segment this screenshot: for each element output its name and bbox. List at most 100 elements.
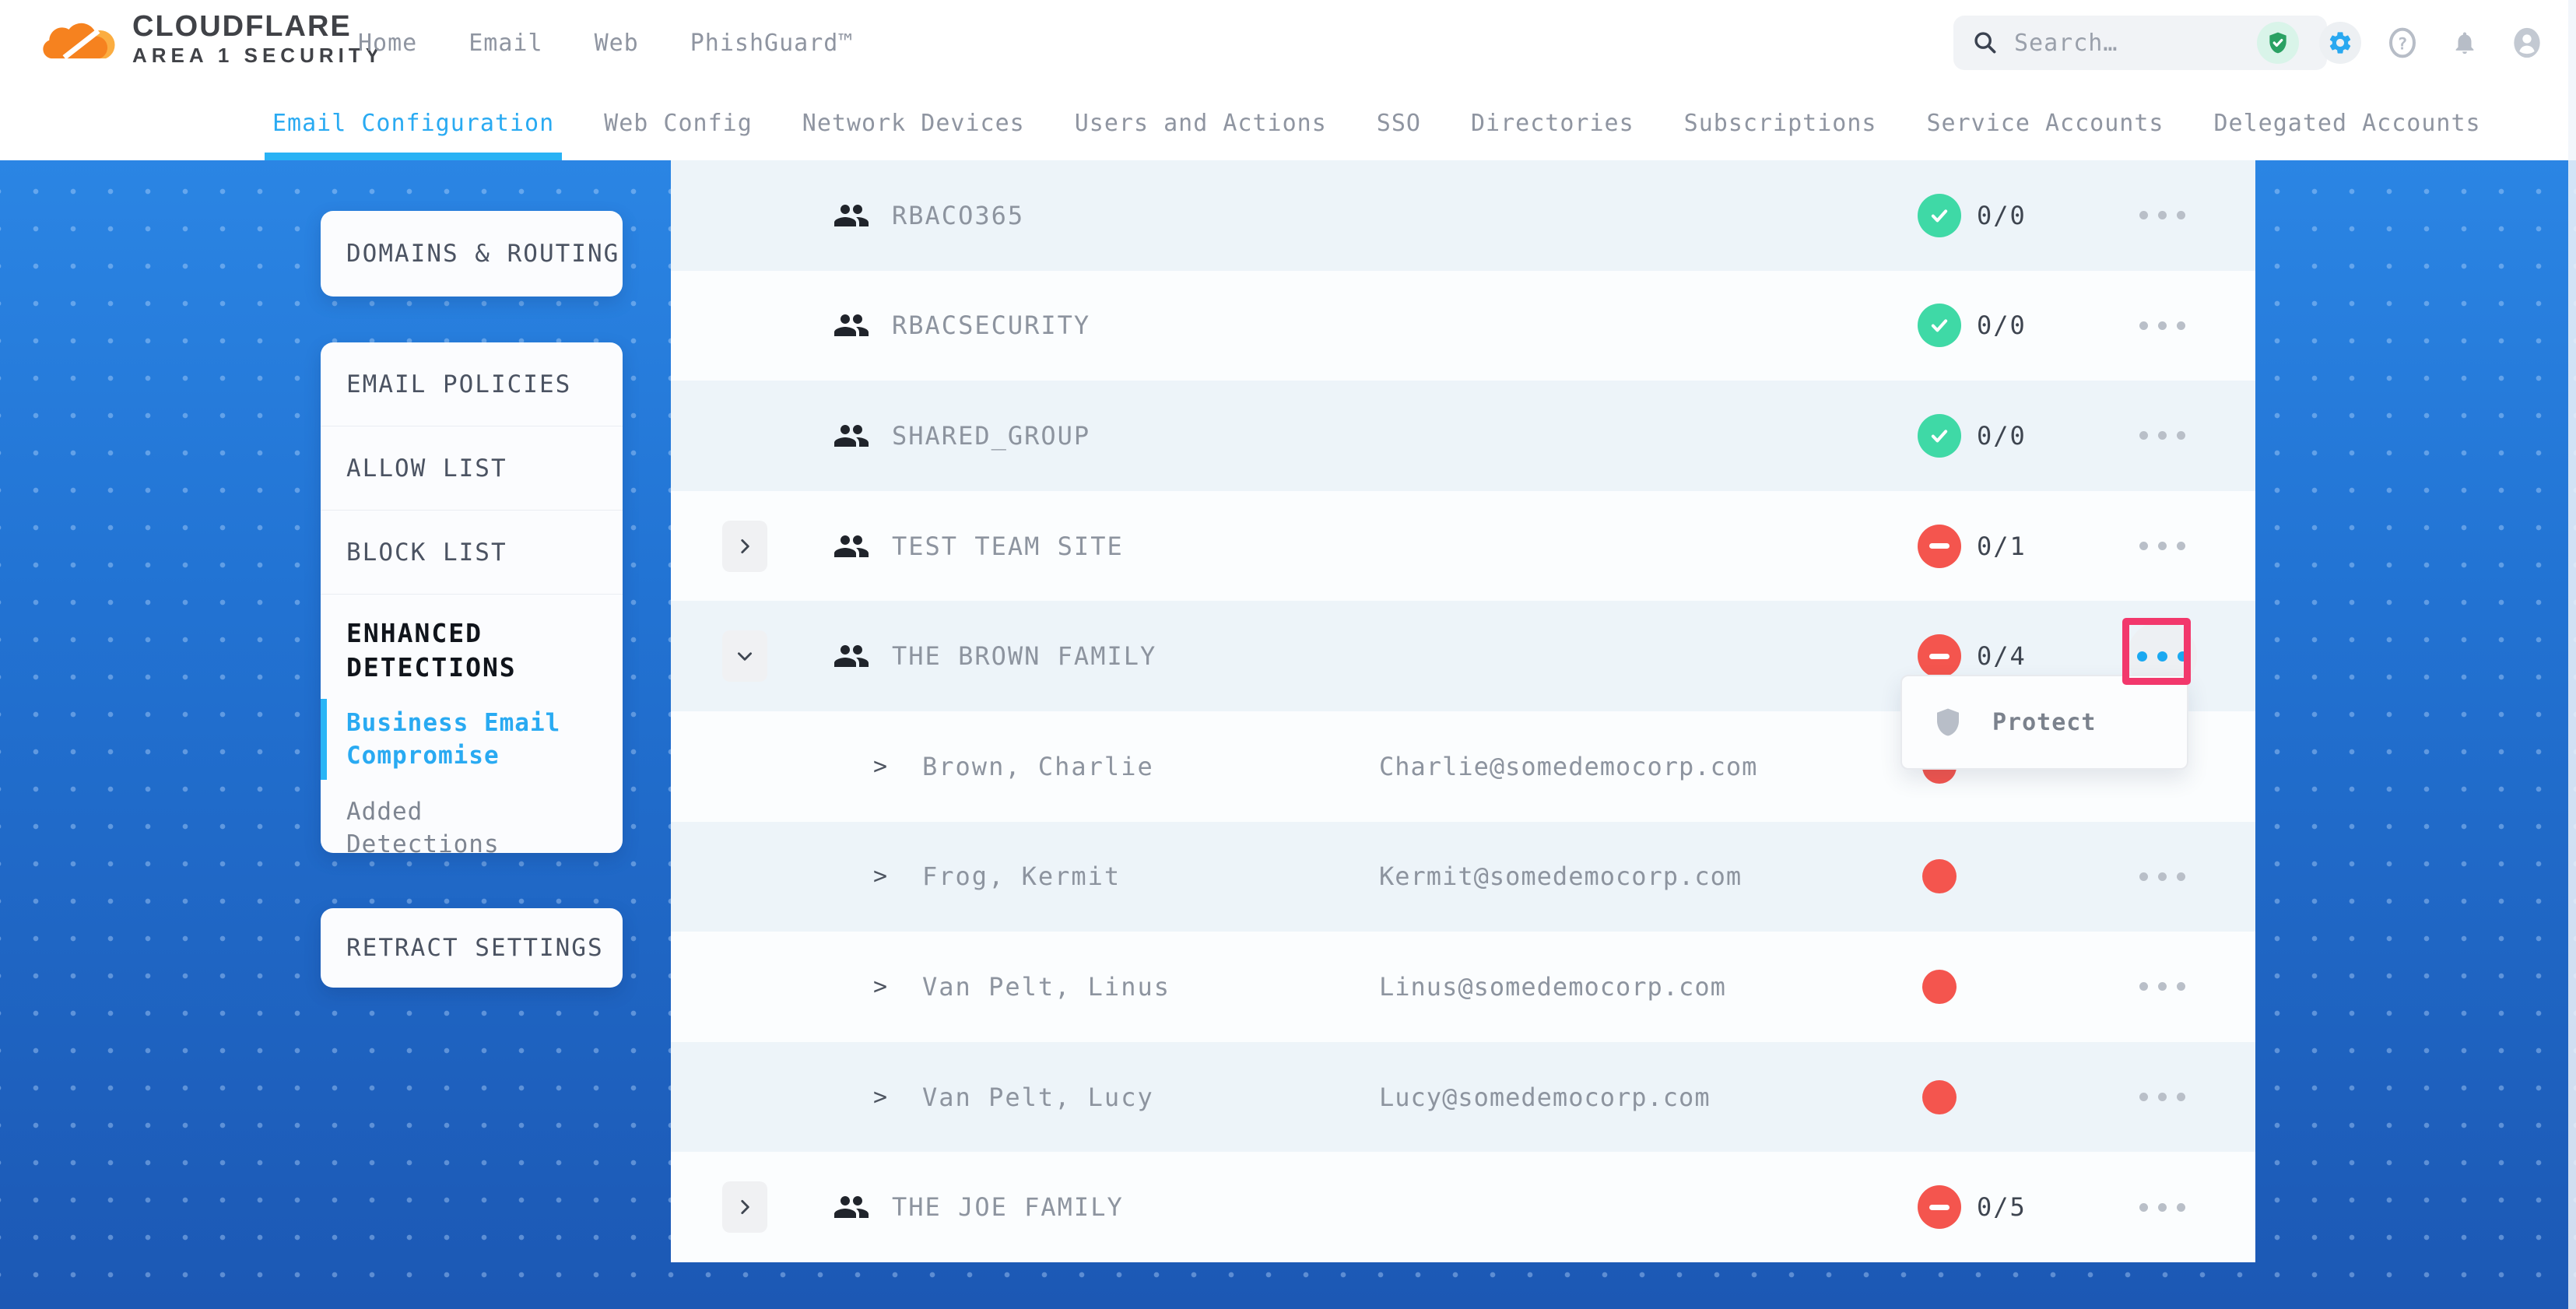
member-row: > Van Pelt, Lucy Lucy@somedemocorp.com xyxy=(671,1042,2255,1153)
domains-routing-label: DOMAINS & ROUTING xyxy=(346,240,619,268)
sidebar-item-allow-list[interactable]: ALLOW LIST xyxy=(321,426,623,511)
row-name-label: THE JOE FAMILY xyxy=(892,1192,1124,1222)
sidebar-subitem-added-detections[interactable]: Added Detections xyxy=(346,794,588,862)
row-actions-button[interactable] xyxy=(2127,1172,2197,1242)
row-name-label: TEST TEAM SITE xyxy=(892,532,1124,561)
member-email-label: Lucy@somedemocorp.com xyxy=(1379,1083,1711,1112)
member-chevron-icon: > xyxy=(873,753,887,780)
section-tabs: Email Configuration Web Config Network Dev… xyxy=(0,86,2576,160)
row-actions-button[interactable] xyxy=(2127,181,2197,251)
member-email-label: Linus@somedemocorp.com xyxy=(1379,972,1726,1002)
row-name-label: RBACSECURITY xyxy=(892,311,1090,340)
chevron-right-icon xyxy=(735,646,755,666)
search-input[interactable] xyxy=(2014,30,2279,57)
status-dot xyxy=(1922,970,1957,1004)
security-status-shield-icon[interactable] xyxy=(2257,22,2299,64)
row-actions-menu[interactable]: Protect xyxy=(1900,675,2188,770)
member-email-label: Kermit@somedemocorp.com xyxy=(1379,862,1742,891)
tab-email-configuration[interactable]: Email Configuration xyxy=(272,86,554,160)
group-row: THE JOE FAMILY 0/5 xyxy=(671,1152,2255,1262)
status-dot xyxy=(1922,1080,1957,1114)
check-icon xyxy=(1928,204,1951,227)
account-avatar-icon[interactable] xyxy=(2506,22,2548,64)
protected-count-label: 0/0 xyxy=(1977,311,2027,340)
minus-icon xyxy=(1929,654,1950,659)
minus-icon xyxy=(1929,543,1950,549)
status-dot xyxy=(1922,859,1957,893)
group-people-icon xyxy=(833,417,870,454)
tab-network-devices[interactable]: Network Devices xyxy=(802,86,1025,160)
annotation-highlight-box xyxy=(2122,618,2191,685)
row-name-label: Brown, Charlie xyxy=(922,752,1154,781)
row-actions-button[interactable] xyxy=(2127,290,2197,360)
member-chevron-icon: > xyxy=(873,863,887,890)
protected-count-label: 0/0 xyxy=(1977,421,2027,451)
tab-web-config[interactable]: Web Config xyxy=(604,86,753,160)
row-name-label: SHARED_GROUP xyxy=(892,421,1090,451)
group-people-icon xyxy=(833,528,870,565)
row-actions-button[interactable] xyxy=(2127,1062,2197,1132)
group-people-icon xyxy=(833,1188,870,1226)
nav-link-email[interactable]: Email xyxy=(469,30,542,57)
group-people-icon xyxy=(833,307,870,344)
enhanced-detections-label[interactable]: ENHANCED DETECTIONS xyxy=(346,616,580,685)
chevron-right-icon xyxy=(735,1197,755,1217)
group-row: RBACSECURITY 0/0 xyxy=(671,271,2255,381)
row-actions-button[interactable] xyxy=(2127,841,2197,911)
nav-link-phishguard-[interactable]: PhishGuard™ xyxy=(690,30,854,57)
member-row: > Van Pelt, Linus Linus@somedemocorp.com xyxy=(671,932,2255,1042)
help-icon[interactable]: ? xyxy=(2381,22,2423,64)
row-name-label: RBACO365 xyxy=(892,201,1024,230)
page-background: CLOUDFLARE AREA 1 SECURITY Home Email Web P… xyxy=(0,0,2576,1309)
nav-link-web[interactable]: Web xyxy=(595,30,639,57)
row-name-label: Van Pelt, Linus xyxy=(922,972,1170,1002)
sidebar-card-domains-routing[interactable]: DOMAINS & ROUTING xyxy=(321,211,623,297)
status-badge xyxy=(1918,194,1961,237)
enhanced-detections-section: ENHANCED DETECTIONS Business Email Compr… xyxy=(321,595,623,862)
row-actions-button[interactable] xyxy=(2127,952,2197,1022)
product-name: AREA 1 SECURITY xyxy=(132,43,384,68)
protect-menu-item[interactable]: Protect xyxy=(1992,709,2096,736)
protected-count-label: 0/0 xyxy=(1977,201,2027,230)
group-row: TEST TEAM SITE 0/1 xyxy=(671,491,2255,602)
logo-text: CLOUDFLARE AREA 1 SECURITY xyxy=(132,10,384,68)
minus-icon xyxy=(1929,1205,1950,1210)
sidebar-item-email-policies[interactable]: EMAIL POLICIES xyxy=(321,342,623,426)
tab-service-accounts[interactable]: Service Accounts xyxy=(1926,86,2164,160)
cloudflare-logo[interactable]: CLOUDFLARE AREA 1 SECURITY xyxy=(40,6,384,72)
member-chevron-icon: > xyxy=(873,1083,887,1111)
search-icon xyxy=(1972,30,1999,56)
tab-users-and-actions[interactable]: Users and Actions xyxy=(1075,86,1327,160)
settings-gear-icon[interactable] xyxy=(2319,22,2361,64)
header-icons: ? xyxy=(2257,22,2548,64)
group-people-icon xyxy=(833,637,870,675)
row-name-label: Frog, Kermit xyxy=(922,862,1121,891)
brand-name: CLOUDFLARE xyxy=(132,10,384,43)
notifications-bell-icon[interactable] xyxy=(2444,22,2486,64)
sidebar-item-block-list[interactable]: BLOCK LIST xyxy=(321,511,623,595)
tab-directories[interactable]: Directories xyxy=(1471,86,1634,160)
tab-subscriptions[interactable]: Subscriptions xyxy=(1684,86,1877,160)
sidebar-item-label: ALLOW LIST xyxy=(346,454,507,483)
row-actions-button[interactable] xyxy=(2127,511,2197,581)
sidebar-card-retract-settings[interactable]: RETRACT SETTINGS xyxy=(321,908,623,988)
tab-sso[interactable]: SSO xyxy=(1377,86,1421,160)
member-chevron-icon: > xyxy=(873,973,887,1000)
tab-delegated-accounts[interactable]: Delegated Accounts xyxy=(2213,86,2480,160)
status-badge xyxy=(1918,634,1961,678)
expand-toggle-button[interactable] xyxy=(722,521,767,572)
protected-count-label: 0/1 xyxy=(1977,532,2027,561)
row-name-label: THE BROWN FAMILY xyxy=(892,641,1156,671)
row-name-label: Van Pelt, Lucy xyxy=(922,1083,1154,1112)
top-header: CLOUDFLARE AREA 1 SECURITY Home Email Web P… xyxy=(0,0,2576,86)
scrollbar-track[interactable] xyxy=(2568,0,2576,1309)
nav-link-home[interactable]: Home xyxy=(358,30,417,57)
row-actions-button[interactable] xyxy=(2127,401,2197,471)
group-people-icon xyxy=(833,197,870,234)
retract-settings-label: RETRACT SETTINGS xyxy=(346,934,604,962)
check-icon xyxy=(1928,424,1951,447)
expand-toggle-button[interactable] xyxy=(722,1181,767,1233)
sidebar-subitem-business-email-compromise[interactable]: Business Email Compromise xyxy=(346,705,588,774)
expand-toggle-button[interactable] xyxy=(722,630,767,682)
sidebar-card-policies: EMAIL POLICIES ALLOW LIST BLOCK LIST ENHAN… xyxy=(321,342,623,853)
